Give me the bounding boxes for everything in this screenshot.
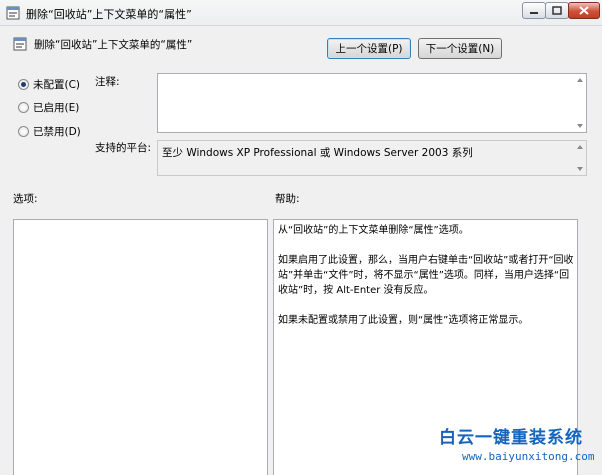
radio-unselected-icon xyxy=(18,126,29,137)
next-setting-button[interactable]: 下一个设置(N) xyxy=(418,38,502,59)
setting-title: 删除“回收站”上下文菜单的“属性” xyxy=(34,39,193,51)
comment-label: 注释: xyxy=(95,76,120,88)
help-paragraph: 如果未配置或禁用了此设置，则“属性”选项将正常显示。 xyxy=(278,315,529,326)
options-panel xyxy=(13,219,268,475)
help-text: 从“回收站”的上下文菜单删除“属性”选项。 如果启用了此设置，那么，当用户右键单… xyxy=(278,223,578,343)
radio-unselected-icon xyxy=(18,102,29,113)
help-paragraph: 从“回收站”的上下文菜单删除“属性”选项。 xyxy=(278,225,469,236)
radio-label: 未配置(C) xyxy=(33,79,81,91)
platform-label: 支持的平台: xyxy=(95,142,152,154)
watermark-text: 白云一键重装系统 xyxy=(439,428,583,448)
scroll-up-icon[interactable] xyxy=(577,145,583,149)
maximize-icon xyxy=(552,6,562,15)
platform-scrollbar[interactable] xyxy=(575,141,586,175)
window-title: 删除“回收站”上下文菜单的“属性” xyxy=(26,8,192,21)
comment-scrollbar[interactable] xyxy=(575,74,586,132)
minimize-button[interactable] xyxy=(522,2,546,19)
platform-value: 至少 Windows XP Professional 或 Windows Ser… xyxy=(162,147,473,159)
watermark: 白云一键重装系统 www.baiyunxitong.com xyxy=(432,420,602,475)
radio-not-configured[interactable]: 未配置(C) xyxy=(18,77,80,92)
radio-disabled[interactable]: 已禁用(D) xyxy=(18,124,81,139)
watermark-url: www.baiyunxitong.com xyxy=(462,450,595,463)
maximize-button[interactable] xyxy=(545,2,569,19)
title-bar[interactable]: 删除“回收站”上下文菜单的“属性” xyxy=(0,0,602,26)
scroll-up-icon[interactable] xyxy=(577,78,583,82)
options-label: 选项: xyxy=(13,193,38,205)
supported-platform-field: 至少 Windows XP Professional 或 Windows Ser… xyxy=(157,140,587,176)
policy-setting-icon xyxy=(6,6,20,20)
scroll-down-icon[interactable] xyxy=(577,167,583,171)
policy-setting-icon xyxy=(13,37,27,51)
radio-label: 已启用(E) xyxy=(33,102,80,114)
radio-label: 已禁用(D) xyxy=(33,126,81,138)
radio-enabled[interactable]: 已启用(E) xyxy=(18,100,79,115)
minimize-icon xyxy=(530,11,538,14)
help-paragraph: 如果启用了此设置，那么，当用户右键单击“回收站”或者打开“回收站”并单击“文件”… xyxy=(278,255,574,296)
close-button[interactable] xyxy=(568,2,600,19)
previous-setting-button[interactable]: 上一个设置(P) xyxy=(327,38,411,59)
comment-textarea[interactable] xyxy=(157,73,587,133)
help-label: 帮助: xyxy=(275,193,300,205)
scroll-down-icon[interactable] xyxy=(577,124,583,128)
policy-dialog-window: 删除“回收站”上下文菜单的“属性” 删除“回收站”上下文菜单的“属性” 上一个设… xyxy=(0,0,602,475)
radio-selected-icon xyxy=(18,79,29,90)
close-icon xyxy=(579,6,589,15)
